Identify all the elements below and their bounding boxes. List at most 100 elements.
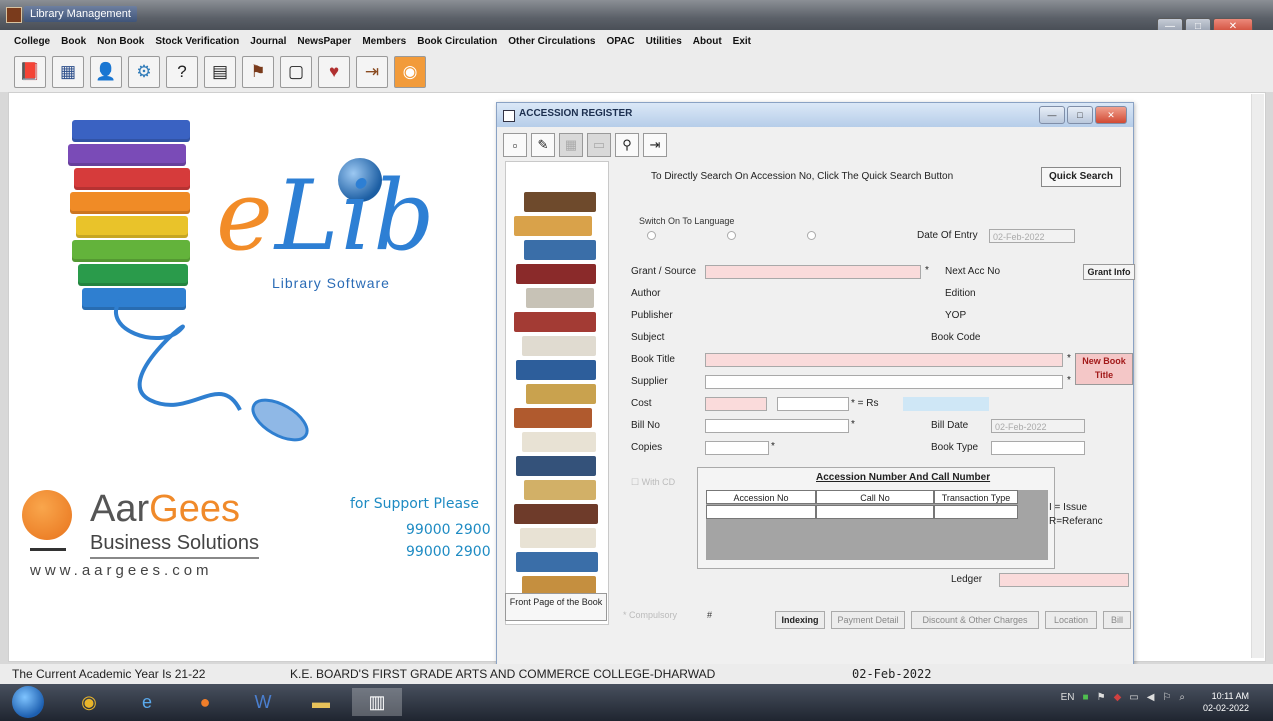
library-app-taskbar-button[interactable]: ▥ [352,688,402,716]
rs-label: * = Rs [851,398,879,409]
id-card-icon[interactable]: ▤ [204,56,236,88]
acc-close-button[interactable]: ✕ [1095,106,1127,124]
support-phone-2: 99000 2900 [406,544,491,560]
calendar-table-icon[interactable]: ▦ [52,56,84,88]
copies-field[interactable] [705,441,769,455]
accession-title: ACCESSION REGISTER [519,108,633,119]
language-indicator[interactable]: EN [1061,692,1075,703]
binoculars-icon[interactable]: ⚲ [615,133,639,157]
ledger-select[interactable] [999,573,1129,587]
grid-cell[interactable] [934,505,1018,519]
with-cd-label: With CD [641,477,676,487]
front-page-button[interactable]: Front Page of the Book [505,593,607,621]
menu-members[interactable]: Members [362,36,406,47]
language-radio-2[interactable] [727,231,736,240]
menu-journal[interactable]: Journal [250,36,286,47]
menu-about[interactable]: About [693,36,722,47]
grant-source-label: Grant / Source [631,266,697,277]
menu-newspaper[interactable]: NewsPaper [297,36,351,47]
bill-button[interactable]: Bill [1103,611,1131,629]
supplier-field[interactable] [705,375,1063,389]
new-book-title-button[interactable]: New Book Title [1075,353,1133,385]
word-icon[interactable]: W [246,688,280,716]
required-star: * [925,265,929,276]
accession-grid-panel: Accession Number And Call Number Accessi… [697,467,1055,569]
network-icon[interactable]: ▭ [1129,692,1138,703]
tray-green-icon[interactable]: ■ [1083,692,1089,703]
book-icon[interactable]: 📕 [14,56,46,88]
table-row[interactable] [706,505,1018,519]
required-star: * [1067,375,1071,386]
with-cd-checkbox[interactable]: ☐ With CD [631,477,675,488]
book-code-label: Book Code [931,332,981,343]
bookmark-icon[interactable]: ⚑ [242,56,274,88]
cost-field[interactable] [705,397,767,411]
book-title-field[interactable] [705,353,1063,367]
edit-icon[interactable]: ✎ [531,133,555,157]
grid-col-call-no[interactable]: Call No [816,490,934,504]
menu-non-book[interactable]: Non Book [97,36,144,47]
language-radio-1[interactable] [647,231,656,240]
aargees-logo-icon [22,490,72,540]
required-star: * [1067,353,1071,364]
exit-icon[interactable]: ⇥ [643,133,667,157]
internet-explorer-icon[interactable]: e [130,688,164,716]
start-button[interactable] [12,686,44,718]
bill-date-field[interactable]: 02-Feb-2022 [991,419,1085,433]
menu-stock-verification[interactable]: Stock Verification [155,36,239,47]
yop-label: YOP [945,310,967,321]
firefox-icon[interactable]: ● [188,688,222,716]
aargees-website: www.aargees.com [30,562,213,579]
payment-detail-button[interactable]: Payment Detail [831,611,905,629]
menu-book-circulation[interactable]: Book Circulation [417,36,497,47]
date-of-entry-field[interactable]: 02-Feb-2022 [989,229,1075,243]
chrome-icon[interactable]: ◉ [72,688,106,716]
menu-college[interactable]: College [14,36,50,47]
quick-search-button[interactable]: Quick Search [1041,167,1121,187]
person-help-icon[interactable]: ? [166,56,198,88]
author-label: Author [631,288,661,299]
grid-col-transaction-type[interactable]: Transaction Type [934,490,1018,504]
elib-logo: eLib [216,160,437,272]
menu-utilities[interactable]: Utilities [646,36,682,47]
windows-taskbar: ◉ e ● W ▬ ▥ EN ■ ⚑ ◆ ▭ ◀ ⚐ ⌕ 10:11 AM 02… [0,684,1273,721]
location-button[interactable]: Location [1045,611,1097,629]
save-icon: ▭ [587,133,611,157]
heart-book-icon[interactable]: ♥ [318,56,350,88]
menu-other-circulations[interactable]: Other Circulations [508,36,595,47]
acc-minimize-button[interactable]: — [1039,106,1065,124]
member-icon[interactable]: 👤 [90,56,122,88]
grid-cell[interactable] [706,505,816,519]
volume-icon[interactable]: ◀ [1147,692,1155,703]
language-radio-3[interactable] [807,231,816,240]
acc-maximize-button[interactable]: □ [1067,106,1093,124]
exit-door-icon[interactable]: ⇥ [356,56,388,88]
menu-book[interactable]: Book [61,36,86,47]
currency-field[interactable] [777,397,849,411]
search-icon[interactable]: ⌕ [1179,692,1185,703]
app-icon [6,7,22,23]
tray-warning-icon[interactable]: ⚑ [1097,692,1106,703]
grid-col-accession-no[interactable]: Accession No [706,490,816,504]
folder-icon[interactable]: ▬ [304,688,338,716]
menu-opac[interactable]: OPAC [606,36,634,47]
book-type-select[interactable] [991,441,1085,455]
grant-info-button[interactable]: Grant Info [1083,264,1135,280]
indexing-button[interactable]: Indexing [775,611,825,629]
new-icon[interactable]: ▫ [503,133,527,157]
grant-source-field[interactable] [705,265,921,279]
clock[interactable]: 10:11 AM 02-02-2022 [1203,690,1249,714]
tray-red-icon[interactable]: ◆ [1114,692,1122,703]
vertical-scrollbar[interactable] [1251,94,1264,658]
document-icon[interactable]: ▢ [280,56,312,88]
bill-no-field[interactable] [705,419,849,433]
date-status: 02-Feb-2022 [852,667,932,681]
network-icon[interactable]: ⚙ [128,56,160,88]
accession-grid[interactable]: Accession No Call No Transaction Type [706,490,1048,560]
flag-icon[interactable]: ⚐ [1162,692,1171,703]
menu-exit[interactable]: Exit [733,36,751,47]
rs-text: = Rs [857,398,879,409]
grid-cell[interactable] [816,505,934,519]
rss-icon[interactable]: ◉ [394,56,426,88]
discount-charges-button[interactable]: Discount & Other Charges [911,611,1039,629]
